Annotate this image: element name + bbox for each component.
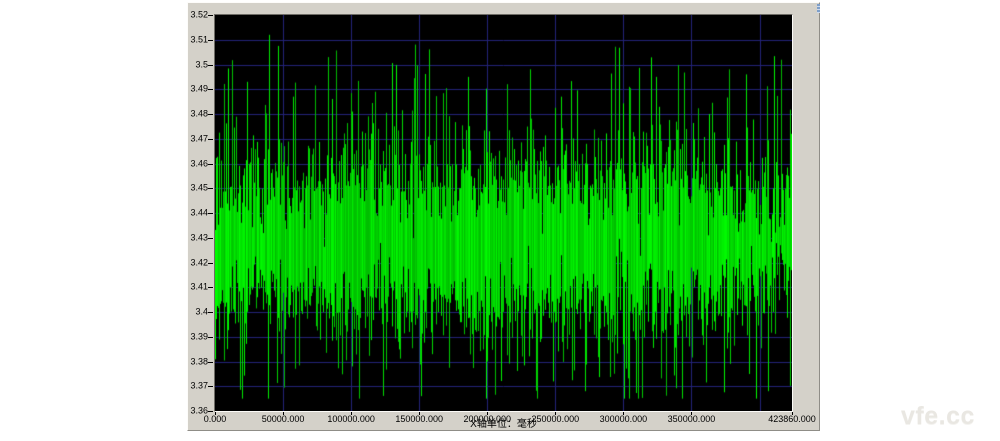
y-tick-label: 3.41 [188, 283, 208, 292]
scrollbar-fragment[interactable] [817, 4, 820, 13]
waveform-canvas[interactable] [215, 15, 792, 411]
y-tick-label: 3.46 [188, 159, 208, 168]
y-tick-dash [208, 312, 213, 313]
y-tick-label: 3.47 [188, 134, 208, 143]
y-tick-label: 3.49 [188, 85, 208, 94]
y-tick-dash [208, 263, 213, 264]
y-tick-label: 3.4 [188, 308, 208, 317]
y-tick-label: 3.5 [188, 60, 208, 69]
y-tick-dash [208, 238, 213, 239]
y-tick-label: 3.48 [188, 110, 208, 119]
y-tick-label: 3.42 [188, 258, 208, 267]
y-tick-dash [208, 411, 213, 412]
y-tick-dash [208, 213, 213, 214]
y-tick-label: 3.38 [188, 357, 208, 366]
chart-panel: 3.52 3.51 3.5 3.49 3.48 3.47 3.46 3.45 3.44 3.43 3… [187, 2, 820, 431]
y-tick-dash [208, 15, 213, 16]
y-tick-label: 3.37 [188, 382, 208, 391]
x-axis-unit-label: X轴单位：毫秒 [215, 420, 792, 430]
y-tick-dash [208, 114, 213, 115]
y-tick-label: 3.39 [188, 332, 208, 341]
y-tick-label: 3.51 [188, 35, 208, 44]
y-tick-dash [208, 139, 213, 140]
y-tick-label: 3.44 [188, 209, 208, 218]
y-tick-dash [208, 362, 213, 363]
y-tick-dash [208, 89, 213, 90]
y-tick-dash [208, 40, 213, 41]
y-tick-label: 3.43 [188, 233, 208, 242]
y-tick-dash [208, 337, 213, 338]
y-tick-dash [208, 386, 213, 387]
y-tick-label: 3.45 [188, 184, 208, 193]
page: { "watermark": { "text": "vfe.cc" }, "ch… [0, 0, 1000, 441]
y-tick-dash [208, 164, 213, 165]
y-tick-dash [208, 65, 213, 66]
y-tick-dash [208, 188, 213, 189]
y-tick-dash [208, 287, 213, 288]
plot-area [214, 14, 793, 412]
y-tick-label: 3.52 [188, 11, 208, 20]
watermark: vfe.cc [901, 402, 975, 431]
